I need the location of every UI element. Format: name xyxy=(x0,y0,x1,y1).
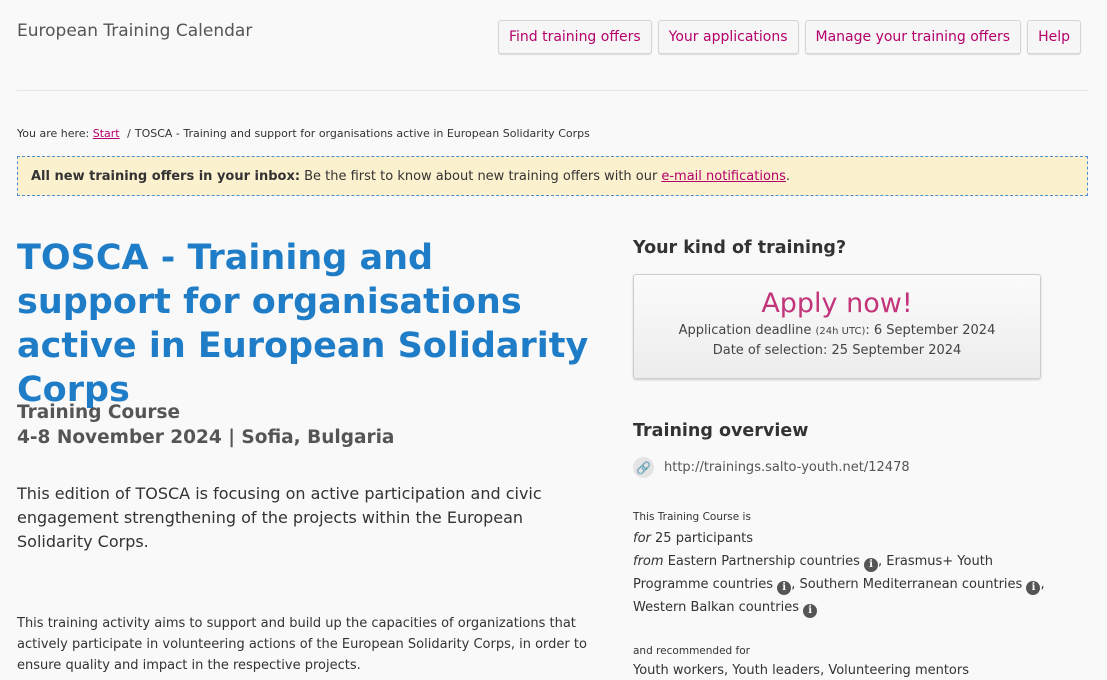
training-overview-heading: Training overview xyxy=(633,421,809,441)
participants-line: for 25 participants xyxy=(633,527,1053,550)
deadline-timezone: (24h UTC) xyxy=(815,326,866,337)
description-paragraph: This training activity aims to support a… xyxy=(17,616,587,673)
your-applications-button[interactable]: Your applications xyxy=(657,20,799,54)
breadcrumb-start-link[interactable]: Start xyxy=(93,127,120,140)
training-type: Training Course xyxy=(17,402,181,423)
course-intro: This Training Course is xyxy=(633,511,751,523)
breadcrumb-prefix: You are here: xyxy=(17,127,90,140)
recommended-for-label: and recommended for xyxy=(633,645,750,657)
info-icon[interactable]: i xyxy=(777,581,792,595)
email-notification-banner: All new training offers in your inbox: B… xyxy=(17,156,1088,196)
link-icon: 🔗 xyxy=(633,457,654,478)
training-url[interactable]: 🔗 http://trainings.salto-youth.net/12478 xyxy=(633,457,910,478)
banner-end: . xyxy=(785,168,791,184)
email-notifications-link[interactable]: e-mail notifications xyxy=(661,169,786,184)
deadline-label: Application deadline xyxy=(678,323,812,338)
participants-count: 25 participants xyxy=(655,531,754,546)
for-label: for xyxy=(633,531,651,546)
breadcrumb-current: TOSCA - Training and support for organis… xyxy=(134,127,590,140)
page-title: TOSCA - Training and support for organis… xyxy=(17,238,589,410)
from-label: from xyxy=(633,554,664,569)
site-title[interactable]: European Training Calendar xyxy=(17,21,252,41)
banner-heading: All new training offers in your inbox: xyxy=(31,168,301,184)
course-info: This Training Course is for 25 participa… xyxy=(633,510,1053,619)
main-nav: Find training offers Your applications M… xyxy=(497,20,1081,54)
training-url-text[interactable]: http://trainings.salto-youth.net/12478 xyxy=(664,460,910,475)
target-groups: Youth workers, Youth leaders, Volunteeri… xyxy=(633,663,970,678)
info-icon[interactable]: i xyxy=(1026,581,1041,595)
breadcrumb-separator: / xyxy=(127,127,131,140)
header-divider xyxy=(17,90,1088,91)
country-eastern-partnership: Eastern Partnership countries xyxy=(667,554,860,569)
country-southern-mediterranean: , Southern Mediterranean countries xyxy=(791,577,1023,592)
deadline-value: : 6 September 2024 xyxy=(865,323,996,338)
help-button[interactable]: Help xyxy=(1027,20,1081,54)
countries-line: from Eastern Partnership countries i, Er… xyxy=(633,550,1053,619)
training-meta: Training Course 4-8 November 2024 | Sofi… xyxy=(17,400,394,450)
apply-now-button[interactable]: Apply now! Application deadline (24h UTC… xyxy=(633,274,1041,379)
banner-text: Be the first to know about new training … xyxy=(304,168,658,184)
application-deadline: Application deadline (24h UTC): 6 Septem… xyxy=(634,321,1040,341)
kind-of-training-heading: Your kind of training? xyxy=(633,238,847,258)
manage-training-offers-button[interactable]: Manage your training offers xyxy=(804,20,1022,54)
breadcrumb: You are here: Start / TOSCA - Training an… xyxy=(17,127,590,140)
apply-now-label: Apply now! xyxy=(761,288,913,319)
info-icon[interactable]: i xyxy=(864,558,879,572)
lead-paragraph: This edition of TOSCA is focusing on act… xyxy=(17,484,542,551)
find-training-offers-button[interactable]: Find training offers xyxy=(497,20,652,54)
info-icon[interactable]: i xyxy=(803,604,818,618)
selection-date: Date of selection: 25 September 2024 xyxy=(712,343,962,358)
training-date-place: 4-8 November 2024 | Sofia, Bulgaria xyxy=(17,427,395,448)
page: European Training Calendar Find training… xyxy=(0,0,1107,680)
